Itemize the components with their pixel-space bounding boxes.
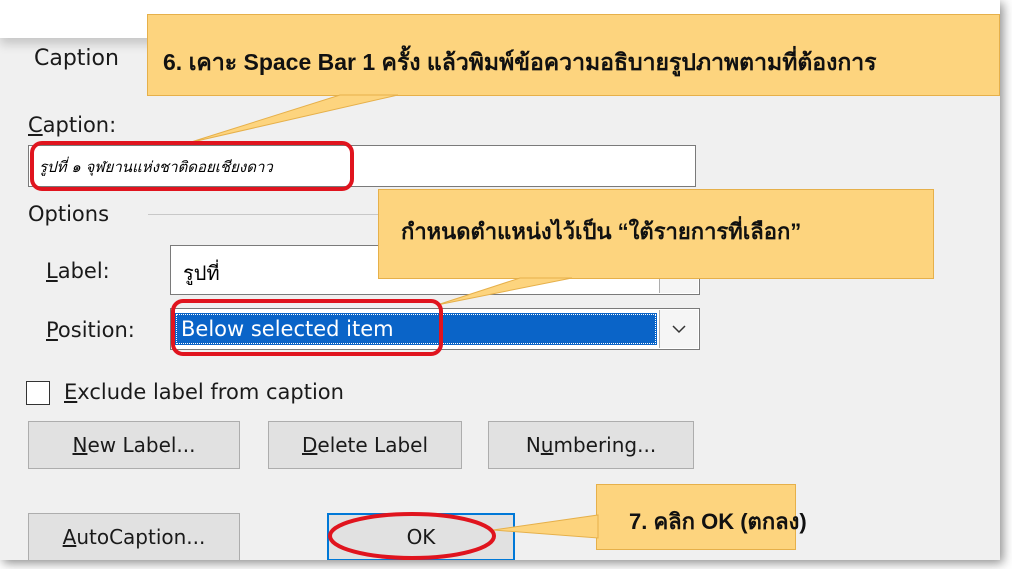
exclude-label-text: Exclude label from caption: [64, 380, 344, 404]
position-dropdown-button[interactable]: [659, 310, 698, 348]
position-select[interactable]: Below selected item: [170, 308, 700, 350]
screenshot: Caption Caption: รูปที่ ๑ จุฬยานแห่งชาติ…: [0, 0, 1000, 560]
caption-input-value: รูปที่ ๑ จุฬยานแห่งชาติดอยเชียงดาว: [39, 158, 273, 176]
step7-callout: 7. คลิก OK (ตกลง): [596, 484, 807, 550]
new-label-button[interactable]: New Label...: [28, 421, 240, 469]
exclude-label-checkbox[interactable]: [26, 381, 50, 405]
label-select-value: รูปที่: [183, 261, 220, 285]
position-field-label: Position:: [46, 318, 135, 342]
position-select-value: Below selected item: [175, 313, 657, 345]
chevron-down-icon: [672, 325, 686, 334]
position-note-callout: กำหนดตำแหน่งไว้เป็น “ใต้รายการที่เลือก”: [378, 189, 934, 279]
dialog-title: Caption: [34, 46, 119, 71]
numbering-button[interactable]: Numbering...: [488, 421, 694, 469]
options-group-label: Options: [28, 202, 110, 226]
caption-input[interactable]: รูปที่ ๑ จุฬยานแห่งชาติดอยเชียงดาว: [28, 145, 696, 187]
step6-callout: 6. เคาะ Space Bar 1 ครั้ง แล้วพิมพ์ข้อคว…: [147, 14, 1000, 96]
delete-label-button[interactable]: Delete Label: [268, 421, 462, 469]
step6-callout-pointer: [187, 94, 399, 144]
caption-label: Caption:: [28, 113, 117, 137]
ok-button[interactable]: OK: [327, 513, 515, 560]
autocaption-button[interactable]: AutoCaption...: [28, 513, 240, 560]
label-field-label: Label:: [46, 259, 110, 283]
